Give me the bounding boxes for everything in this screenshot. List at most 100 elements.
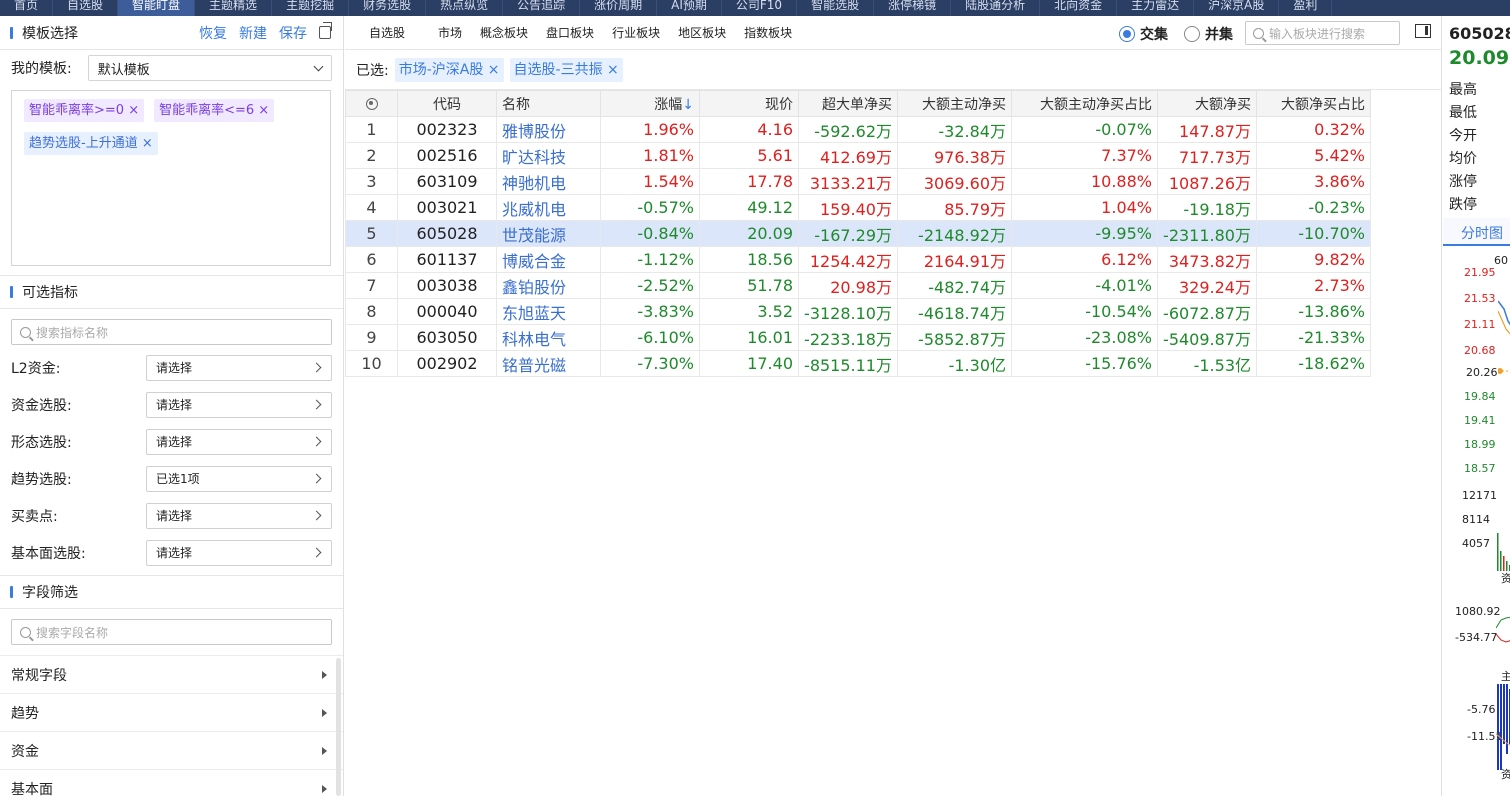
quote-label: 均价 <box>1449 151 1477 167</box>
condition-tag[interactable]: 智能乖离率>=0 × <box>24 99 145 122</box>
nav-item[interactable]: 主力雷达 <box>1117 0 1195 16</box>
copy-icon[interactable] <box>319 22 332 39</box>
new-button[interactable]: 新建 <box>239 23 267 43</box>
column-header[interactable]: 超大单净买 <box>798 90 898 117</box>
indicator-select[interactable]: 请选择 <box>146 502 332 529</box>
table-row[interactable]: 7 003038 鑫铂股份 -2.52% 51.78 20.98万 -482.74万 -4.0… <box>345 272 1371 299</box>
cell-name[interactable]: 神驰机电 <box>496 168 601 195</box>
selected-filter-tag[interactable]: 市场-沪深A股 × <box>394 57 504 82</box>
nav-item[interactable]: 涨价周期 <box>580 0 658 16</box>
save-button[interactable]: 保存 <box>279 23 307 43</box>
tab-intraday-chart[interactable]: 分时图 <box>1443 218 1510 246</box>
tab-block[interactable]: 自选股 <box>345 24 429 41</box>
indicator-select[interactable]: 请选择 <box>146 539 332 566</box>
column-header[interactable]: 名称 <box>496 90 601 117</box>
table-row[interactable]: 4 003021 兆威机电 -0.57% 49.12 159.40万 85.79万 1.04%… <box>345 194 1371 221</box>
tab-block[interactable]: 市场 <box>429 24 471 41</box>
tab-block[interactable]: 概念板块 <box>471 24 537 41</box>
indicator-select[interactable]: 请选择 <box>146 354 332 381</box>
indicator-select[interactable]: 已选1项 <box>146 465 332 492</box>
column-header[interactable]: 代码 <box>397 90 497 117</box>
restore-button[interactable]: 恢复 <box>199 23 227 43</box>
column-header[interactable]: 大额净买 <box>1157 90 1257 117</box>
cell-large: -2311.80万 <box>1157 220 1257 247</box>
column-settings-header[interactable] <box>345 90 398 117</box>
left-scrollbar[interactable] <box>336 658 341 796</box>
nav-item[interactable]: AI预期 <box>657 0 722 16</box>
field-group-row[interactable]: 趋势 <box>0 694 343 732</box>
table-row[interactable]: 10 002902 铭普光磁 -7.30% 17.40 -8515.11万 -1.30亿 -1… <box>345 350 1371 377</box>
union-radio[interactable] <box>1184 26 1200 42</box>
column-header[interactable]: 大额主动净买 <box>897 90 1012 117</box>
indicator-value: 请选择 <box>156 361 193 375</box>
table-row[interactable]: 5 605028 世茂能源 -0.84% 20.09 -167.29万 -2148.92万 -… <box>345 220 1371 247</box>
sort-down-icon[interactable]: ↓ <box>682 97 694 113</box>
cell-name[interactable]: 旷达科技 <box>496 142 601 169</box>
block-search-input[interactable]: 输入板块进行搜索 <box>1245 21 1400 45</box>
nav-item[interactable]: 公告追踪 <box>503 0 581 16</box>
cell-active: -4618.74万 <box>897 298 1012 325</box>
cell-name[interactable]: 鑫铂股份 <box>496 272 601 299</box>
cell-name[interactable]: 铭普光磁 <box>496 350 601 377</box>
nav-item[interactable]: 公司F10 <box>722 0 798 16</box>
cell-code: 002516 <box>397 142 497 169</box>
indicator-search-input[interactable]: 搜索指标名称 <box>11 319 332 345</box>
triangle-right-icon <box>322 785 327 793</box>
nav-item[interactable]: 陆股通分析 <box>951 0 1041 16</box>
field-search-input[interactable]: 搜索字段名称 <box>11 619 332 645</box>
price-axis-tick: 19.41 <box>1464 414 1496 427</box>
table-row[interactable]: 2 002516 旷达科技 1.81% 5.61 412.69万 976.38万 7.37% 7… <box>345 142 1371 169</box>
field-group-row[interactable]: 基本面 <box>0 770 343 796</box>
condition-tag[interactable]: 智能乖离率<=6 × <box>154 99 275 122</box>
nav-item[interactable]: 自选股 <box>53 0 119 16</box>
nav-item[interactable]: 沪深京A股 <box>1194 0 1280 16</box>
table-row[interactable]: 8 000040 东旭蓝天 -3.83% 3.52 -3128.10万 -4618.74万 -… <box>345 298 1371 325</box>
cell-name[interactable]: 博威合金 <box>496 246 601 273</box>
intersection-label[interactable]: 交集 <box>1140 24 1168 44</box>
nav-item[interactable]: 财务选股 <box>349 0 427 16</box>
nav-item[interactable]: 盈利 <box>1279 0 1333 16</box>
column-header[interactable]: 大额主动净买占比 <box>1011 90 1158 117</box>
cell-name[interactable]: 雅博股份 <box>496 116 601 143</box>
field-group-row[interactable]: 常规字段 <box>0 656 343 694</box>
nav-item[interactable]: 涨停梯镜 <box>874 0 952 16</box>
nav-item[interactable]: 智能盯盘 <box>118 0 196 16</box>
cell-name[interactable]: 科林电气 <box>496 324 601 351</box>
nav-item[interactable]: 北向资金 <box>1040 0 1118 16</box>
my-template-select[interactable]: 默认模板 <box>87 55 332 81</box>
field-group-row[interactable]: 资金 <box>0 732 343 770</box>
union-label[interactable]: 并集 <box>1205 24 1233 44</box>
nav-item[interactable]: 智能选股 <box>797 0 875 16</box>
cell-name[interactable]: 东旭蓝天 <box>496 298 601 325</box>
table-row[interactable]: 1 002323 雅博股份 1.96% 4.16 -592.62万 -32.84万 -0.07… <box>345 116 1371 143</box>
table-row[interactable]: 9 603050 科林电气 -6.10% 16.01 -2233.18万 -5852.87万… <box>345 324 1371 351</box>
cell-large: 717.73万 <box>1157 142 1257 169</box>
tab-block[interactable]: 指数板块 <box>735 24 801 41</box>
cell-large-pct: 0.32% <box>1256 116 1371 143</box>
table-row[interactable]: 6 601137 博威合金 -1.12% 18.56 1254.42万 2164.91万 6.… <box>345 246 1371 273</box>
condition-tag[interactable]: 趋势选股-上升通道 × <box>24 132 158 155</box>
column-header[interactable]: 大额净买占比 <box>1256 90 1371 117</box>
indicator-select[interactable]: 请选择 <box>146 391 332 418</box>
indicator-search-placeholder: 搜索指标名称 <box>36 325 109 340</box>
intraday-price-line <box>1498 300 1510 374</box>
nav-item[interactable]: 热点纵览 <box>426 0 504 16</box>
panel-toggle-icon[interactable] <box>1415 24 1431 38</box>
cell-name[interactable]: 世茂能源 <box>496 220 601 247</box>
indicator-select[interactable]: 请选择 <box>146 428 332 455</box>
tab-block[interactable]: 地区板块 <box>669 24 735 41</box>
tab-block[interactable]: 盘口板块 <box>537 24 603 41</box>
my-template-label: 我的模板: <box>11 61 72 77</box>
table-row[interactable]: 3 603109 神驰机电 1.54% 17.78 3133.21万 3069.60万 10.… <box>345 168 1371 195</box>
cell-large: -1.53亿 <box>1157 350 1257 377</box>
cell-name[interactable]: 兆威机电 <box>496 194 601 221</box>
nav-item[interactable]: 首页 <box>0 0 54 16</box>
column-header[interactable]: 现价 <box>699 90 799 117</box>
cell-large-pct: -0.23% <box>1256 194 1371 221</box>
nav-item[interactable]: 主题精选 <box>195 0 273 16</box>
nav-item[interactable]: 主题挖掘 <box>272 0 350 16</box>
selected-filter-tag[interactable]: 自选股-三共振 × <box>509 57 623 82</box>
tab-block[interactable]: 行业板块 <box>603 24 669 41</box>
column-header[interactable]: 涨幅↓ <box>600 90 700 117</box>
intersection-radio[interactable] <box>1119 26 1135 42</box>
